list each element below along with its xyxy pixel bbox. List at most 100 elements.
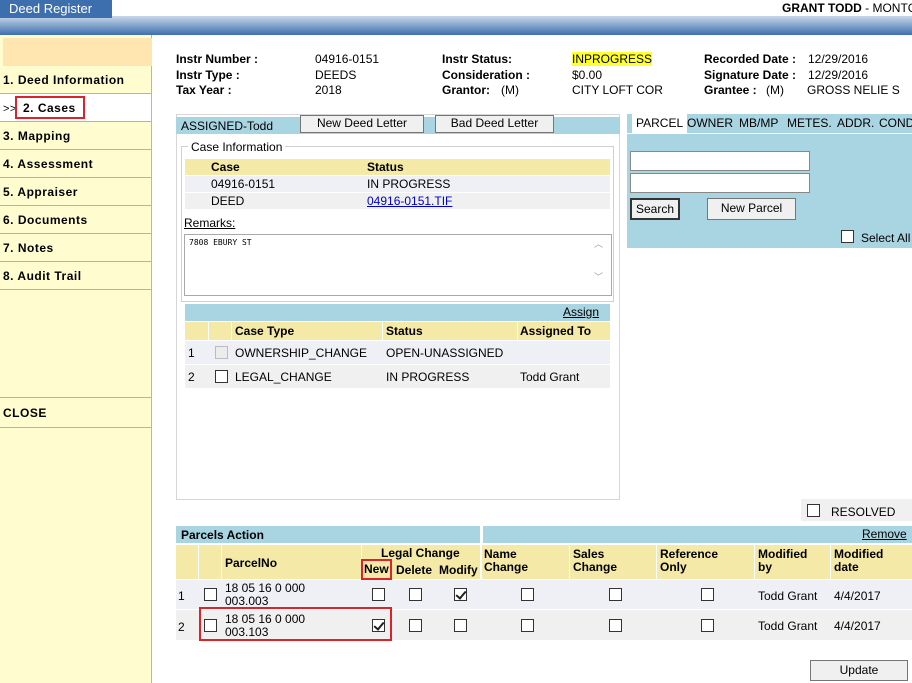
grantor-label: Grantor: bbox=[442, 83, 490, 97]
parcels-action-bar-right bbox=[483, 526, 912, 543]
case-row-1-case: 04916-0151 bbox=[211, 177, 276, 191]
update-button[interactable]: Update bbox=[810, 660, 908, 681]
delete-header: Delete bbox=[396, 563, 433, 577]
name-change-header: Name Change bbox=[484, 547, 529, 574]
case-type-row-2-num: 2 bbox=[188, 370, 195, 384]
parcel-row-1-parcel-no: 18 05 16 0 000 003.003 bbox=[225, 581, 306, 608]
case-status-col-header: Status bbox=[386, 324, 423, 338]
case-type-row-2-type: LEGAL_CHANGE bbox=[235, 370, 332, 384]
parcel-row-2-num: 2 bbox=[178, 620, 185, 634]
case-type-row-1-type: OWNERSHIP_CHANGE bbox=[235, 346, 368, 360]
modified-by-header: Modified by bbox=[758, 547, 808, 574]
sidebar-item-assessment[interactable]: 4. Assessment bbox=[0, 150, 151, 178]
instr-type-label: Instr Type : bbox=[176, 68, 240, 82]
assign-link[interactable]: Assign bbox=[563, 305, 599, 319]
new-header: New bbox=[361, 559, 392, 580]
sidebar-item-audit-trail[interactable]: 8. Audit Trail bbox=[0, 262, 151, 290]
grantor-type: (M) bbox=[501, 83, 519, 97]
case-type-row-2-assigned: Todd Grant bbox=[520, 370, 580, 384]
case-type-toolbar bbox=[185, 304, 610, 321]
sidebar-item-mapping[interactable]: 3. Mapping bbox=[0, 122, 151, 150]
parcel-row-2-sales-change[interactable] bbox=[609, 619, 622, 632]
case-type-row-2-checkbox[interactable] bbox=[215, 370, 228, 383]
tax-year-value: 2018 bbox=[315, 83, 342, 97]
assigned-to-col-header: Assigned To bbox=[520, 324, 592, 338]
case-type-row-2-status: IN PROGRESS bbox=[386, 370, 470, 384]
parcel-row-1-select[interactable] bbox=[204, 588, 217, 601]
parcel-row-1-num: 1 bbox=[178, 589, 185, 603]
scroll-down-icon[interactable]: ﹀ bbox=[594, 270, 603, 283]
tax-year-label: Tax Year : bbox=[176, 83, 232, 97]
parcel-row-1-name-change[interactable] bbox=[521, 588, 534, 601]
consideration-label: Consideration : bbox=[442, 68, 531, 82]
remarks-textarea[interactable]: 7808 EBURY ST bbox=[184, 234, 612, 296]
scroll-up-icon[interactable]: ︿ bbox=[594, 237, 603, 250]
grantor-value: CITY LOFT COR bbox=[572, 83, 663, 97]
sidebar-item-deed-information[interactable]: 1. Deed Information bbox=[0, 66, 151, 94]
parcel-row-2-reference-only[interactable] bbox=[701, 619, 714, 632]
col-divider bbox=[517, 322, 518, 340]
consideration-value: $0.00 bbox=[572, 68, 603, 82]
instr-type-value: DEEDS bbox=[315, 68, 357, 82]
tab-cond[interactable]: COND bbox=[875, 114, 912, 133]
sidebar-item-notes[interactable]: 7. Notes bbox=[0, 234, 151, 262]
new-parcel-button[interactable]: New Parcel bbox=[707, 198, 796, 220]
app-title: Deed Register bbox=[0, 0, 112, 18]
parcel-row-1-modify[interactable] bbox=[454, 588, 467, 601]
instr-status-value: INPROGRESS bbox=[572, 52, 653, 66]
tab-parcel[interactable]: PARCEL bbox=[632, 114, 688, 133]
tab-addr[interactable]: ADDR. bbox=[833, 114, 878, 133]
parcel-row-1-delete[interactable] bbox=[409, 588, 422, 601]
modify-header: Modify bbox=[439, 563, 478, 577]
tab-metes[interactable]: METES. bbox=[783, 114, 836, 133]
tab-owner[interactable]: OWNER bbox=[683, 114, 737, 133]
col-divider bbox=[382, 322, 383, 340]
case-row-1-status: IN PROGRESS bbox=[367, 177, 451, 191]
resolved-checkbox[interactable] bbox=[807, 504, 820, 517]
sidebar-close[interactable]: CLOSE bbox=[0, 398, 151, 428]
parcel-no-header: ParcelNo bbox=[225, 556, 278, 570]
sidebar-item-documents[interactable]: 6. Documents bbox=[0, 206, 151, 234]
col-divider bbox=[231, 322, 232, 340]
grantee-value: GROSS NELIE S bbox=[807, 83, 900, 97]
search-button[interactable]: Search bbox=[630, 198, 680, 220]
parcel-search-input-2[interactable] bbox=[630, 173, 810, 193]
sidebar-item-cases-label[interactable]: 2. Cases bbox=[15, 96, 85, 119]
case-type-row-1-checkbox bbox=[215, 346, 228, 359]
status-col-header: Status bbox=[367, 160, 404, 174]
select-all-checkbox[interactable] bbox=[841, 230, 854, 243]
parcel-search-input-1[interactable] bbox=[630, 151, 810, 171]
sidebar-item-appraiser[interactable]: 5. Appraiser bbox=[0, 178, 151, 206]
instr-number-label: Instr Number : bbox=[176, 52, 259, 66]
parcel-row-2-parcel-no: 18 05 16 0 000 003.103 bbox=[225, 612, 306, 639]
parcel-row-2-new[interactable] bbox=[372, 619, 385, 632]
bad-deed-letter-button[interactable]: Bad Deed Letter bbox=[435, 115, 554, 133]
tab-mbmp[interactable]: MB/MP bbox=[735, 114, 782, 133]
select-all-label: Select All bbox=[861, 231, 911, 245]
remove-link[interactable]: Remove bbox=[862, 527, 907, 541]
case-row-2-case: DEED bbox=[211, 194, 245, 208]
case-type-row-1-num: 1 bbox=[188, 346, 195, 360]
instr-status-label: Instr Status: bbox=[442, 52, 513, 66]
parcel-row-2-name-change[interactable] bbox=[521, 619, 534, 632]
parcel-row-2-delete[interactable] bbox=[409, 619, 422, 632]
resolved-label: RESOLVED bbox=[831, 505, 896, 519]
sidebar-header bbox=[3, 38, 152, 66]
instr-number-value: 04916-0151 bbox=[315, 52, 380, 66]
tif-document-link[interactable]: 04916-0151.TIF bbox=[367, 194, 452, 208]
top-bar bbox=[0, 0, 912, 35]
assigned-label: ASSIGNED-Todd bbox=[181, 119, 274, 133]
parcel-row-2-select[interactable] bbox=[204, 619, 217, 632]
new-deed-letter-button[interactable]: New Deed Letter bbox=[300, 115, 424, 133]
case-information-legend: Case Information bbox=[188, 140, 286, 154]
sidebar-spacer bbox=[0, 290, 151, 398]
parcel-row-1-new[interactable] bbox=[372, 588, 385, 601]
tab-underline bbox=[627, 133, 912, 134]
parcel-row-2-modify[interactable] bbox=[454, 619, 467, 632]
user-name: GRANT TODD - MONTG bbox=[782, 1, 912, 15]
parcel-row-1-reference-only[interactable] bbox=[701, 588, 714, 601]
parcel-row-1-sales-change[interactable] bbox=[609, 588, 622, 601]
case-type-col-header: Case Type bbox=[235, 324, 295, 338]
sales-change-header: Sales Change bbox=[573, 547, 618, 574]
grantee-type: (M) bbox=[766, 83, 784, 97]
